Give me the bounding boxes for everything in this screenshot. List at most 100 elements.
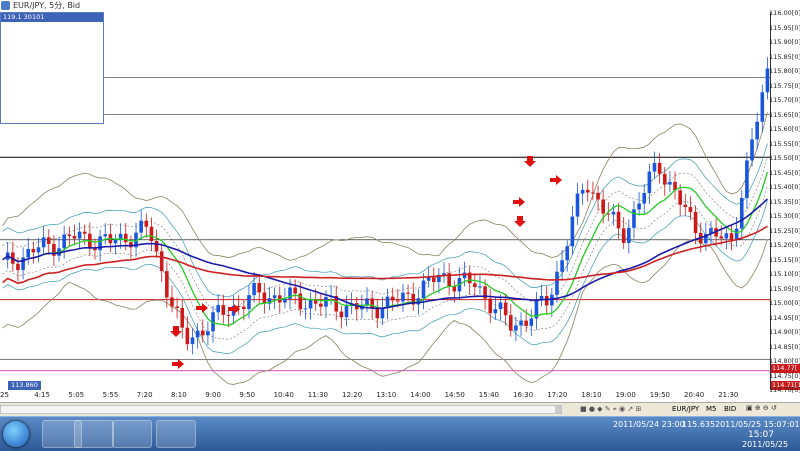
windows-taskbar: 2011/05/24 23:00 115.635 2011/05/25 15:0… <box>0 416 800 451</box>
time-tick-label: 8:10 <box>171 391 187 399</box>
candle-body <box>144 220 149 227</box>
time-tick-label: 14:50 <box>444 391 465 399</box>
time-tick-label: 10:40 <box>273 391 294 399</box>
app-icon <box>1 1 10 10</box>
candle-body <box>82 231 87 234</box>
time-tick-label: 9:00 <box>205 391 221 399</box>
time-axis: 25 4:15 5:05 5:55 7:20 8:10 9:00 9:50 10:40 11:30… <box>0 390 770 402</box>
candle-body <box>693 211 698 233</box>
candle-body <box>678 190 682 205</box>
price-tick-label: 115.10[0] <box>769 270 800 278</box>
time-tick-label: 25 <box>0 391 9 399</box>
symbol-select[interactable]: EUR/JPY <box>672 405 699 413</box>
candle-body <box>406 292 410 294</box>
price-tick-label: 115.70[0] <box>769 96 800 104</box>
time-tick-label: 14:00 <box>410 391 431 399</box>
candle-body <box>62 234 66 249</box>
toolbar-icons-right[interactable]: ▣ ⊕ ⊖ ↺ <box>746 404 777 412</box>
candle-body <box>647 171 652 194</box>
candle-body <box>319 303 323 307</box>
price-tick-label: 115.60[0] <box>769 125 800 133</box>
tray-price-left: 115.635 <box>682 420 716 429</box>
candle-body <box>308 299 313 309</box>
candle-body <box>627 227 631 243</box>
info-panel[interactable]: 119.1 30101 <box>0 12 104 124</box>
candle-body <box>139 220 143 233</box>
price-tick-label: 116.00[0] <box>769 9 800 17</box>
candle-body <box>365 298 369 305</box>
candle-body <box>565 246 570 261</box>
candle-body <box>493 309 498 314</box>
signal-arrow <box>172 359 184 369</box>
candle-body <box>72 235 77 239</box>
time-tick-label: 21:30 <box>718 391 739 399</box>
candle-body <box>46 237 51 244</box>
clock-time[interactable]: 15:07 <box>748 430 774 440</box>
candle-body <box>575 193 580 217</box>
time-tick-label: 7:20 <box>136 391 153 399</box>
time-tick-label: 13:10 <box>376 391 397 399</box>
candle-body <box>370 298 374 309</box>
candle-body <box>611 211 616 215</box>
candle-body <box>149 226 154 242</box>
candle-body <box>739 197 744 229</box>
time-tick-label: 20:40 <box>684 391 705 399</box>
price-axis[interactable]: 114.77[ 114.71[1] 116.00[0]115.95[0]115.… <box>769 9 800 394</box>
taskbar-window[interactable] <box>112 420 152 448</box>
candle-body <box>580 189 585 194</box>
candle-body <box>524 320 528 326</box>
candle-body <box>154 241 159 252</box>
price-tick-label: 114.90[0] <box>769 328 800 336</box>
signal-arrow <box>196 303 208 313</box>
candle-body <box>652 162 657 172</box>
price-tick-label: 115.15[0] <box>769 255 800 264</box>
side-select[interactable]: BID <box>724 405 736 413</box>
clock-date[interactable]: 2011/05/25 <box>742 440 788 449</box>
candle-body <box>473 283 477 288</box>
time-tick-label: 19:50 <box>649 391 670 399</box>
tool-icons[interactable]: ■ ● ◆ ✎ ⌖ ◉ ↗ ⊞ <box>580 405 641 414</box>
chart-toolbar: ■ ● ◆ ✎ ⌖ ◉ ↗ ⊞ EUR/JPY M5 BID ▣ ⊕ ⊖ ↺ <box>0 402 800 417</box>
candle-body <box>200 330 205 336</box>
price-tick-label: 115.00[0] <box>769 299 800 307</box>
candle-body <box>242 306 246 310</box>
time-tick-label: 5:55 <box>102 391 119 399</box>
price-tick-label: 115.95[0] <box>769 23 800 32</box>
candle-body <box>596 192 600 200</box>
price-tick-label: 115.65[0] <box>769 110 800 119</box>
price-chart[interactable] <box>0 12 770 390</box>
candle-body <box>93 248 97 251</box>
price-tick-label: 114.85[0] <box>769 342 800 351</box>
candle-body <box>585 189 590 193</box>
candle-body <box>339 311 344 318</box>
time-tick-label: 19:00 <box>615 391 636 399</box>
candle-body <box>668 181 672 185</box>
start-button[interactable] <box>3 421 29 447</box>
candle-body <box>755 121 759 140</box>
candle-body <box>529 318 534 326</box>
candle-body <box>16 263 20 270</box>
candle-body <box>601 199 605 214</box>
chart-scrollbar[interactable] <box>0 404 563 415</box>
candle-body <box>272 295 277 299</box>
time-tick-label: 9:50 <box>239 391 256 399</box>
candle-body <box>26 248 31 258</box>
candle-body <box>550 294 554 306</box>
candle-body <box>683 204 688 208</box>
candle-body <box>103 234 108 237</box>
price-tick-label: 115.20[0] <box>769 241 800 249</box>
time-tick-label: 16:30 <box>513 391 534 399</box>
window-title: EUR/JPY, 5分, Bid <box>13 1 81 10</box>
price-tick-label: 115.25[0] <box>769 226 800 235</box>
candle-body <box>750 139 754 161</box>
candle-body <box>514 325 518 331</box>
system-tray: 2011/05/24 23:00 115.635 2011/05/25 15:0… <box>565 417 800 451</box>
candle-body <box>570 216 575 247</box>
candle-body <box>303 308 308 310</box>
timeframe-select[interactable]: M5 <box>706 405 717 413</box>
signal-arrow <box>550 175 562 185</box>
taskbar-ie[interactable] <box>74 420 114 448</box>
level-badge: 113.860 <box>8 381 41 390</box>
tray-date-left: 2011/05/24 23:00 <box>613 420 685 429</box>
taskbar-app[interactable] <box>156 420 196 448</box>
